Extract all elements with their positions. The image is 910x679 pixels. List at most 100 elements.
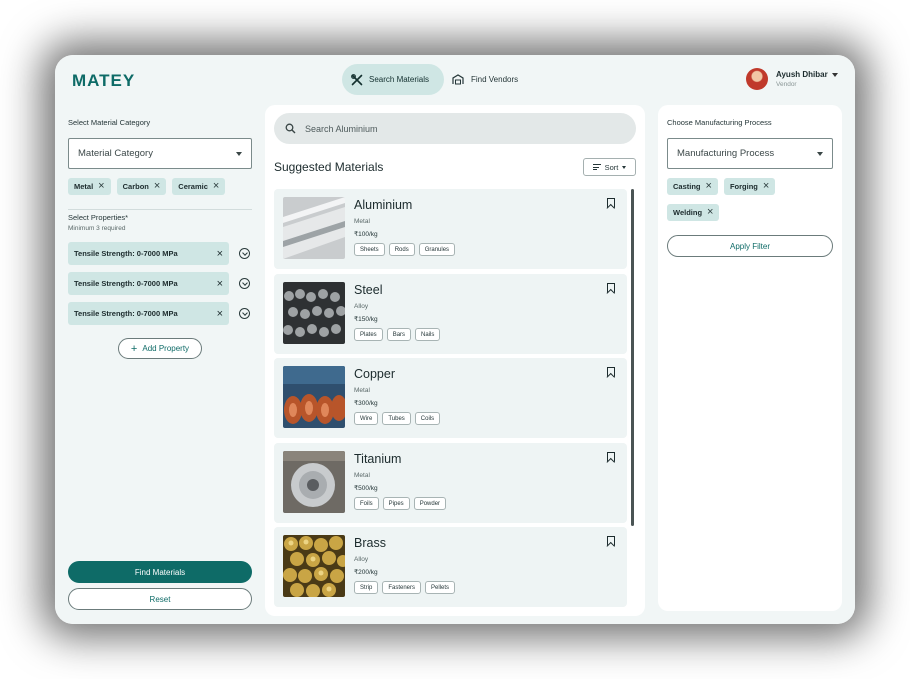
close-icon[interactable]: × [98, 181, 104, 192]
nav-search-materials-label: Search Materials [369, 75, 430, 84]
form-tag: Pellets [425, 581, 456, 594]
property-row: Tensile Strength: 0-7000 MPa × [68, 242, 252, 265]
material-price: ₹100/kg [354, 231, 378, 238]
form-tag: Rods [388, 243, 415, 256]
bookmark-icon[interactable] [607, 536, 615, 546]
material-name: Steel [354, 283, 383, 297]
form-tag: Tubes [382, 412, 411, 425]
chevron-circle-icon[interactable] [239, 308, 250, 319]
property-row: Tensile Strength: 0-7000 MPa × [68, 272, 252, 295]
close-icon[interactable]: × [707, 207, 713, 218]
bookmark-icon[interactable] [607, 452, 615, 462]
material-price: ₹500/kg [354, 485, 378, 492]
material-price: ₹300/kg [354, 400, 378, 407]
close-icon[interactable]: × [213, 181, 219, 192]
reset-button[interactable]: Reset [68, 588, 252, 610]
chevron-down-icon[interactable] [831, 72, 838, 77]
material-card[interactable]: Steel Alloy ₹150/kg Plates Bars Nails [274, 274, 627, 354]
divider [68, 209, 252, 210]
bookmark-icon[interactable] [607, 367, 615, 377]
process-chip: Welding × [667, 204, 720, 221]
process-label: Choose Manufacturing Process [667, 118, 772, 127]
material-price: ₹150/kg [354, 316, 378, 323]
add-property-button[interactable]: + Add Property [118, 338, 202, 359]
form-tag: Sheets [354, 243, 385, 256]
search-placeholder: Search Aluminium [305, 123, 378, 134]
close-icon[interactable]: × [763, 181, 769, 192]
material-price: ₹200/kg [354, 569, 378, 576]
material-type: Metal [354, 218, 370, 225]
suggested-title: Suggested Materials [274, 160, 384, 174]
close-icon[interactable]: × [217, 308, 223, 320]
process-chip: Casting × [667, 178, 718, 195]
search-icon [285, 123, 296, 134]
category-chip: Carbon × [116, 178, 167, 195]
tools-icon [351, 73, 363, 85]
nav-find-vendors[interactable]: Find Vendors [452, 64, 518, 95]
material-category-select[interactable]: Material Category [68, 138, 252, 169]
apply-filter-button[interactable]: Apply Filter [667, 235, 833, 257]
material-card[interactable]: Copper Metal ₹300/kg Wire Tubes Coils [274, 358, 627, 438]
form-tag: Pipes [382, 497, 410, 510]
material-category-placeholder: Material Category [78, 148, 153, 159]
form-tag: Coils [414, 412, 441, 425]
app-logo[interactable]: MATEY [72, 71, 135, 91]
material-card[interactable]: Titanium Metal ₹500/kg Foils Pipes Powde… [274, 443, 627, 523]
sort-button[interactable]: Sort [583, 158, 636, 176]
property-chip[interactable]: Tensile Strength: 0-7000 MPa × [68, 272, 229, 295]
category-chip: Ceramic × [172, 178, 226, 195]
chevron-down-icon [622, 165, 627, 169]
user-name: Ayush Dhibar [776, 70, 828, 79]
material-image [283, 282, 345, 344]
form-tag: Wire [354, 412, 379, 425]
material-type: Alloy [354, 556, 369, 563]
chevron-circle-icon[interactable] [239, 248, 250, 259]
close-icon[interactable]: × [154, 181, 160, 192]
form-tag: Powder [413, 497, 447, 510]
property-chip[interactable]: Tensile Strength: 0-7000 MPa × [68, 242, 229, 265]
material-image [283, 197, 345, 259]
material-type: Metal [354, 472, 370, 479]
category-chip: Metal × [68, 178, 111, 195]
chevron-circle-icon[interactable] [239, 278, 250, 289]
form-tag: Fasteners [382, 581, 422, 594]
form-tag: Foils [354, 497, 379, 510]
form-tag: Bars [386, 328, 412, 341]
material-type: Metal [354, 387, 370, 394]
category-label: Select Material Category [68, 118, 151, 127]
avatar[interactable] [746, 68, 768, 90]
material-name: Titanium [354, 452, 402, 466]
scrollbar[interactable] [631, 189, 634, 526]
filter-panel-right: Choose Manufacturing Process Manufacturi… [658, 105, 842, 611]
close-icon[interactable]: × [217, 278, 223, 290]
filter-panel-left: Select Material Category Material Catego… [68, 105, 252, 614]
manufacturing-process-select[interactable]: Manufacturing Process [667, 138, 833, 169]
material-image [283, 535, 345, 597]
close-icon[interactable]: × [706, 181, 712, 192]
process-chip: Forging × [723, 178, 776, 195]
material-image [283, 451, 345, 513]
user-role: Vendor [776, 81, 797, 88]
properties-hint: Minimum 3 required [68, 225, 126, 232]
form-tag: Strip [354, 581, 379, 594]
bookmark-icon[interactable] [607, 283, 615, 293]
property-chip[interactable]: Tensile Strength: 0-7000 MPa × [68, 302, 229, 325]
bookmark-icon[interactable] [607, 198, 615, 208]
form-tag: Plates [354, 328, 383, 341]
material-name: Aluminium [354, 198, 413, 212]
material-card[interactable]: Aluminium Metal ₹100/kg Sheets Rods Gran… [274, 189, 627, 269]
form-tag: Nails [415, 328, 441, 341]
sort-icon [592, 163, 601, 171]
material-card[interactable]: Brass Alloy ₹200/kg Strip Fasteners Pell… [274, 527, 627, 607]
nav-search-materials[interactable]: Search Materials [342, 64, 444, 95]
materials-panel: Search Aluminium Suggested Materials Sor… [265, 105, 645, 616]
material-name: Copper [354, 367, 395, 381]
plus-icon: + [130, 342, 138, 355]
material-image [283, 366, 345, 428]
property-row: Tensile Strength: 0-7000 MPa × [68, 302, 252, 325]
search-input[interactable]: Search Aluminium [274, 113, 636, 144]
close-icon[interactable]: × [217, 248, 223, 260]
find-materials-button[interactable]: Find Materials [68, 561, 252, 583]
form-tag: Granules [418, 243, 456, 256]
user-menu[interactable]: Ayush Dhibar Vendor [746, 68, 838, 90]
